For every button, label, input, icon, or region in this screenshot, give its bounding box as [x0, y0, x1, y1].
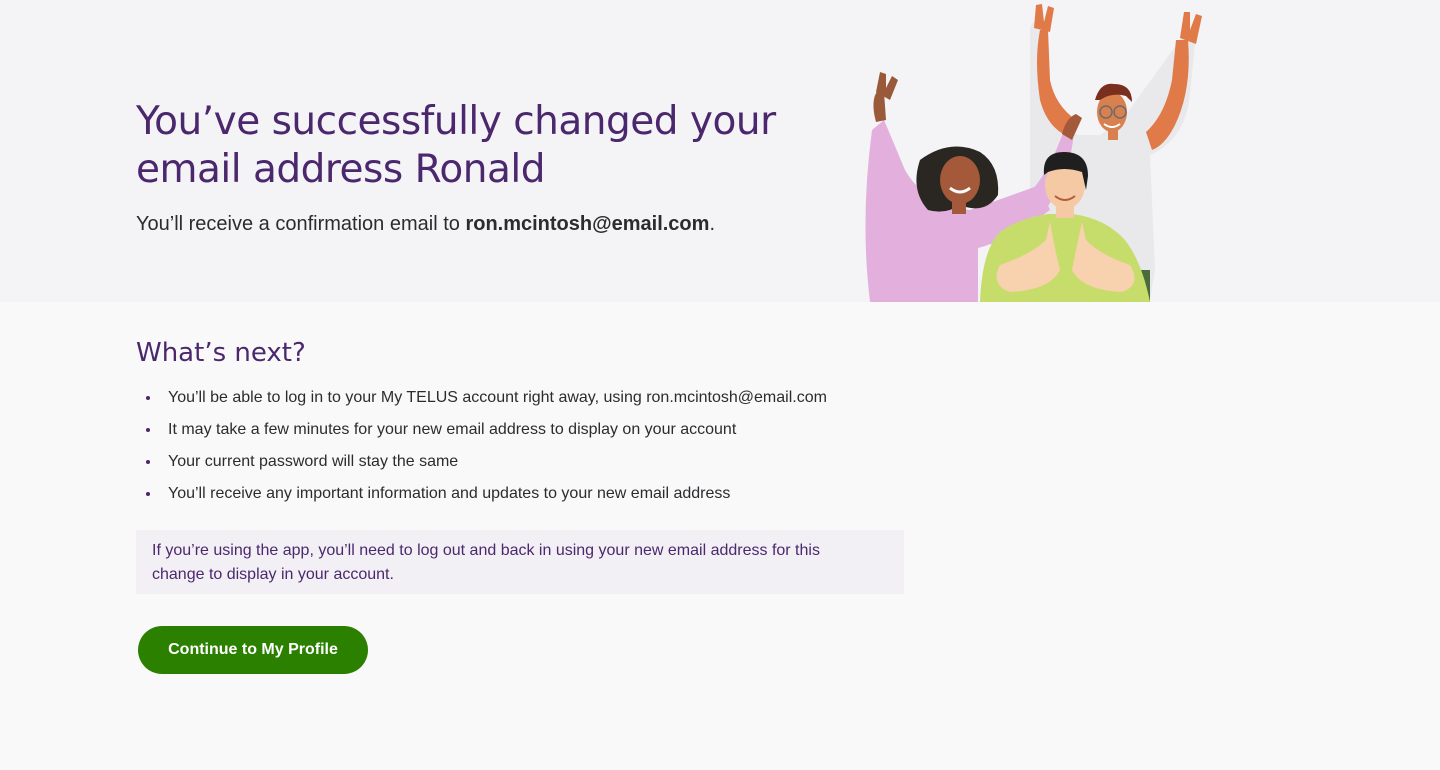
list-item-text: You’ll be able to log in to your My TELU… — [168, 389, 827, 406]
notice-text: If you’re using the app, you’ll need to … — [152, 542, 820, 583]
whats-next-heading: What’s next? — [136, 338, 306, 368]
bullet-icon — [146, 460, 150, 464]
list-item-text: It may take a few minutes for your new e… — [168, 421, 737, 438]
next-steps-list: You’ll be able to log in to your My TELU… — [136, 384, 827, 512]
bullet-icon — [146, 396, 150, 400]
continue-to-profile-button[interactable]: Continue to My Profile — [138, 626, 368, 674]
list-item-text: You’ll receive any important information… — [168, 485, 731, 502]
list-item-text: Your current password will stay the same — [168, 453, 459, 470]
confirmation-suffix: . — [709, 213, 715, 235]
confirmation-prefix: You’ll receive a confirmation email to — [136, 213, 466, 235]
page-title: You’ve successfully changed your email a… — [136, 99, 776, 192]
celebrating-people-illustration — [865, 4, 1202, 302]
success-hero: You’ve successfully changed your email a… — [0, 0, 1440, 302]
list-item: It may take a few minutes for your new e… — [136, 416, 827, 448]
app-logout-notice: If you’re using the app, you’ll need to … — [136, 530, 904, 594]
confirmation-message: You’ll receive a confirmation email to r… — [136, 210, 715, 238]
confirmation-email: ron.mcintosh@email.com — [465, 213, 710, 235]
bullet-icon — [146, 428, 150, 432]
list-item: Your current password will stay the same — [136, 448, 827, 480]
bullet-icon — [146, 492, 150, 496]
list-item: You’ll receive any important information… — [136, 480, 827, 512]
list-item: You’ll be able to log in to your My TELU… — [136, 384, 827, 416]
